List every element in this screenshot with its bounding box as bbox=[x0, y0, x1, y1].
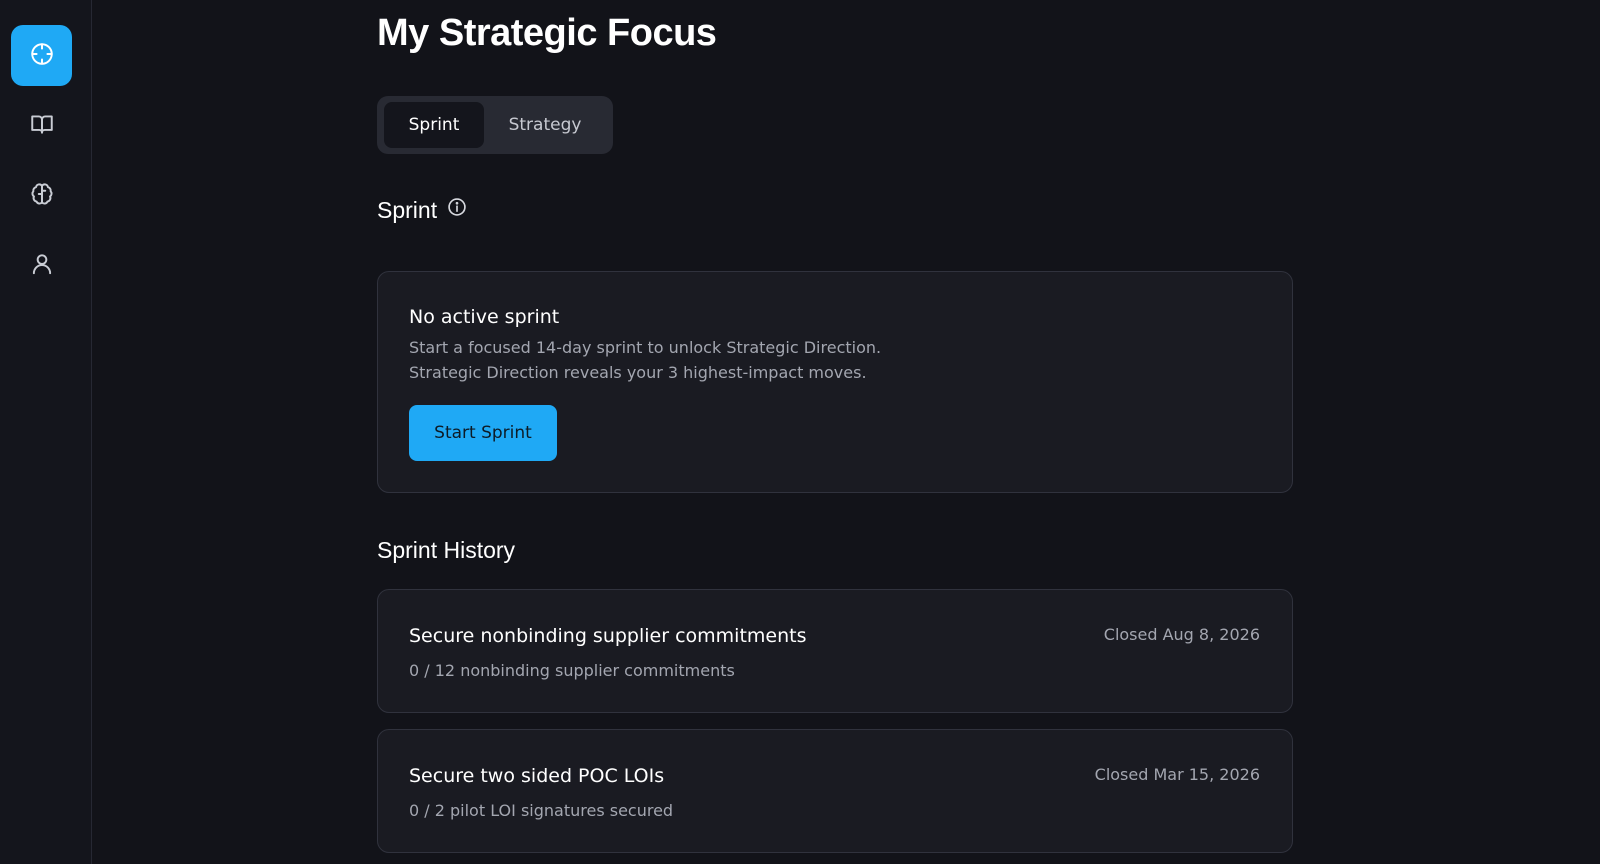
history-item-progress: 0 / 12 nonbinding supplier commitments bbox=[409, 661, 735, 680]
page-title: My Strategic Focus bbox=[377, 12, 717, 54]
history-item-title: Secure two sided POC LOIs bbox=[409, 765, 665, 787]
sprint-card-description-line1: Start a focused 14-day sprint to unlock … bbox=[409, 338, 882, 357]
history-item[interactable]: Secure nonbinding supplier commitments 0… bbox=[377, 589, 1293, 713]
sprint-history-heading: Sprint History bbox=[377, 537, 516, 563]
user-icon bbox=[29, 251, 55, 281]
crosshair-icon bbox=[29, 41, 55, 71]
brain-icon bbox=[29, 181, 55, 211]
book-icon bbox=[29, 111, 55, 141]
history-item-status: Closed Aug 8, 2026 bbox=[1103, 625, 1260, 644]
sprint-heading-label: Sprint bbox=[377, 197, 438, 223]
history-item-title: Secure nonbinding supplier commitments bbox=[409, 625, 807, 647]
nav-focus-button[interactable] bbox=[11, 25, 72, 86]
nav-brain-button[interactable] bbox=[11, 165, 72, 226]
tab-switcher: Sprint Strategy bbox=[377, 96, 613, 154]
history-item-status: Closed Mar 15, 2026 bbox=[1094, 765, 1260, 784]
history-item[interactable]: Secure two sided POC LOIs 0 / 2 pilot LO… bbox=[377, 729, 1293, 853]
start-sprint-button[interactable]: Start Sprint bbox=[409, 405, 557, 461]
sprint-card-description-line2: Strategic Direction reveals your 3 highe… bbox=[409, 363, 867, 382]
tab-strategy[interactable]: Strategy bbox=[484, 102, 606, 148]
sprint-card-title: No active sprint bbox=[409, 306, 560, 328]
info-icon[interactable] bbox=[447, 197, 467, 217]
sprint-section-heading: Sprint bbox=[377, 197, 467, 224]
history-item-progress: 0 / 2 pilot LOI signatures secured bbox=[409, 801, 674, 820]
sidebar bbox=[0, 0, 92, 864]
nav-library-button[interactable] bbox=[11, 95, 72, 156]
nav-profile-button[interactable] bbox=[11, 235, 72, 296]
tab-sprint[interactable]: Sprint bbox=[384, 102, 484, 148]
active-sprint-card: No active sprint Start a focused 14-day … bbox=[377, 271, 1293, 493]
